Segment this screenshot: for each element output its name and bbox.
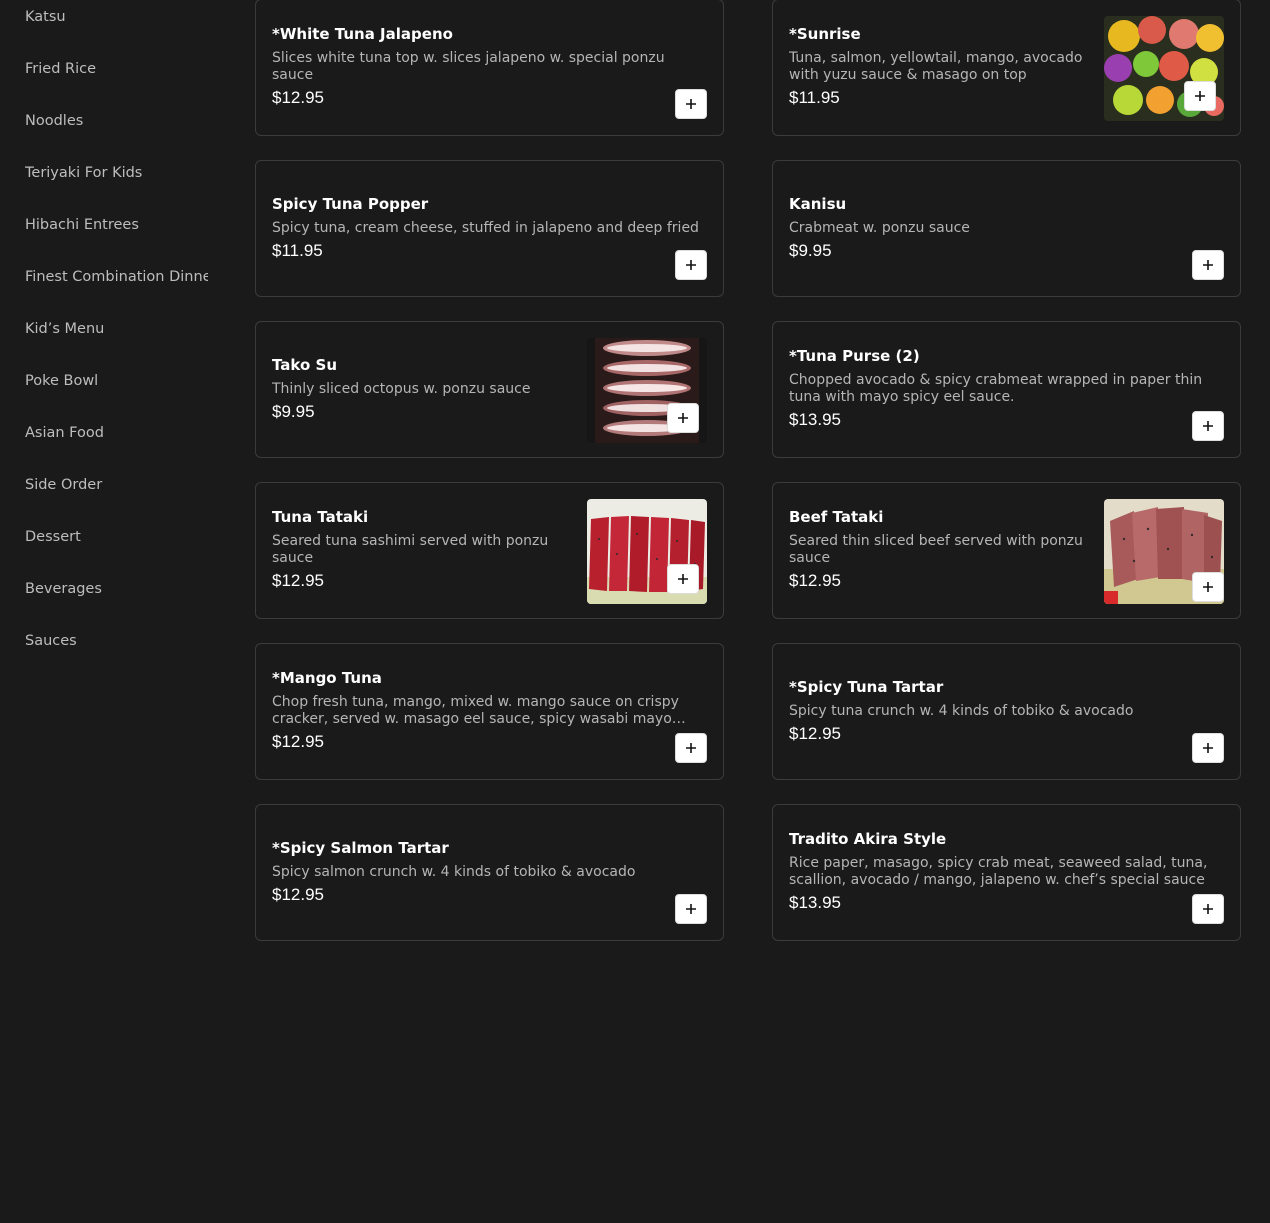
menu-item-name: Tuna Tataki: [272, 508, 369, 526]
menu-item-card[interactable]: Beef Tataki Seared thin sliced beef serv…: [772, 482, 1241, 619]
menu-item-card[interactable]: *Tuna Purse (2) Chopped avocado & spicy …: [772, 321, 1241, 458]
menu-item-card[interactable]: Spicy Tuna Popper Spicy tuna, cream chee…: [255, 160, 724, 297]
menu-item-price: $11.95: [272, 240, 323, 260]
category-sidebar: Katsu Fried Rice Noodles Teriyaki For Ki…: [0, 0, 208, 1223]
sidebar-item-sauces[interactable]: Sauces: [25, 626, 208, 656]
menu-item-card[interactable]: Tuna Tataki Seared tuna sashimi served w…: [255, 482, 724, 619]
menu-item-name: *Sunrise: [789, 25, 861, 43]
menu-item-description: Slices white tuna top w. slices jalapeno…: [272, 50, 665, 83]
menu-item-description: Seared tuna sashimi served with ponzu sa…: [272, 533, 549, 566]
menu-item-description: Crabmeat w. ponzu sauce: [789, 219, 970, 236]
menu-item-description: Seared thin sliced beef served with ponz…: [789, 533, 1083, 566]
menu-item-card[interactable]: *White Tuna Jalapeno Slices white tuna t…: [255, 0, 724, 136]
plus-icon: [686, 99, 696, 109]
menu-item-card[interactable]: *Sunrise Tuna, salmon, yellowtail, mango…: [772, 0, 1241, 136]
menu-item-name: *White Tuna Jalapeno: [272, 25, 453, 43]
menu-item-price: $11.95: [789, 88, 840, 107]
menu-item-info: Kanisu Crabmeat w. ponzu sauce $9.95: [789, 161, 1225, 296]
menu-item-card[interactable]: *Mango Tuna Chop fresh tuna, mango, mixe…: [255, 643, 724, 780]
menu-item-card[interactable]: *Spicy Salmon Tartar Spicy salmon crunch…: [255, 804, 724, 941]
sidebar-item-noodles[interactable]: Noodles: [25, 106, 208, 136]
sidebar-item-teriyaki-for-kids[interactable]: Teriyaki For Kids: [25, 158, 208, 188]
menu-item-price: $9.95: [789, 240, 832, 260]
sidebar-item-fried-rice[interactable]: Fried Rice: [25, 54, 208, 84]
menu-item-info: Beef Tataki Seared thin sliced beef serv…: [789, 483, 1097, 618]
add-to-cart-button[interactable]: [675, 89, 707, 119]
menu-item-info: *Tuna Purse (2) Chopped avocado & spicy …: [789, 322, 1225, 457]
menu-item-card[interactable]: *Spicy Tuna Tartar Spicy tuna crunch w. …: [772, 643, 1241, 780]
menu-item-price: $12.95: [789, 723, 841, 743]
menu-item-info: *Sunrise Tuna, salmon, yellowtail, mango…: [789, 0, 1097, 135]
menu-item-price: $9.95: [272, 401, 315, 421]
menu-item-description: Tuna, salmon, yellowtail, mango, avocado…: [789, 50, 1083, 83]
menu-item-description: Chopped avocado & spicy crabmeat wrapped…: [789, 372, 1203, 405]
sidebar-item-dessert[interactable]: Dessert: [25, 522, 208, 552]
plus-icon: [1203, 904, 1213, 914]
plus-icon: [1203, 260, 1213, 270]
menu-item-info: Spicy Tuna Popper Spicy tuna, cream chee…: [272, 161, 708, 296]
menu-item-info: Tako Su Thinly sliced octopus w. ponzu s…: [272, 322, 580, 457]
menu-item-info: *Spicy Tuna Tartar Spicy tuna crunch w. …: [789, 644, 1225, 779]
add-to-cart-button[interactable]: [1192, 250, 1224, 280]
sidebar-item-beverages[interactable]: Beverages: [25, 574, 208, 604]
menu-item-info: *Mango Tuna Chop fresh tuna, mango, mixe…: [272, 644, 708, 779]
menu-item-description: Chop fresh tuna, mango, mixed w. mango s…: [272, 694, 679, 727]
menu-item-price: $12.95: [272, 571, 324, 590]
menu-item-price: $12.95: [789, 571, 841, 590]
sidebar-item-poke-bowl[interactable]: Poke Bowl: [25, 366, 208, 396]
menu-item-info: *White Tuna Jalapeno Slices white tuna t…: [272, 0, 708, 135]
add-to-cart-button[interactable]: [667, 403, 699, 433]
menu-item-description: Spicy tuna, cream cheese, stuffed in jal…: [272, 219, 699, 236]
plus-icon: [1203, 421, 1213, 431]
menu-item-name: Tako Su: [272, 355, 338, 374]
add-to-cart-button[interactable]: [675, 733, 707, 763]
sidebar-item-kids-menu[interactable]: Kid’s Menu: [25, 314, 208, 344]
plus-icon: [1203, 743, 1213, 753]
menu-item-card[interactable]: Tako Su Thinly sliced octopus w. ponzu s…: [255, 321, 724, 458]
sidebar-item-hibachi-entrees[interactable]: Hibachi Entrees: [25, 210, 208, 240]
menu-item-name: *Tuna Purse (2): [789, 347, 920, 365]
sidebar-item-asian-food[interactable]: Asian Food: [25, 418, 208, 448]
menu-item-description: Spicy tuna crunch w. 4 kinds of tobiko &…: [789, 702, 1134, 719]
add-to-cart-button[interactable]: [1192, 733, 1224, 763]
plus-icon: [678, 574, 688, 584]
add-to-cart-button[interactable]: [667, 564, 699, 594]
menu-item-price: $12.95: [272, 732, 324, 751]
menu-item-name: *Spicy Tuna Tartar: [789, 677, 944, 696]
plus-icon: [686, 743, 696, 753]
menu-item-name: Beef Tataki: [789, 508, 884, 526]
sidebar-item-finest-combination-dinner[interactable]: Finest Combination Dinner: [25, 262, 208, 292]
add-to-cart-button[interactable]: [1192, 411, 1224, 441]
add-to-cart-button[interactable]: [1184, 81, 1216, 111]
menu-item-card[interactable]: Kanisu Crabmeat w. ponzu sauce $9.95: [772, 160, 1241, 297]
menu-item-name: Tradito Akira Style: [789, 830, 947, 848]
menu-item-description: Spicy salmon crunch w. 4 kinds of tobiko…: [272, 863, 636, 880]
menu-item-card[interactable]: Tradito Akira Style Rice paper, masago, …: [772, 804, 1241, 941]
menu-item-price: $12.95: [272, 884, 324, 904]
plus-icon: [1195, 91, 1205, 101]
plus-icon: [686, 904, 696, 914]
add-to-cart-button[interactable]: [1192, 572, 1224, 602]
sidebar-item-katsu[interactable]: Katsu: [25, 2, 208, 32]
add-to-cart-button[interactable]: [675, 250, 707, 280]
menu-item-description: Thinly sliced octopus w. ponzu sauce: [272, 380, 531, 397]
add-to-cart-button[interactable]: [1192, 894, 1224, 924]
menu-item-info: *Spicy Salmon Tartar Spicy salmon crunch…: [272, 805, 708, 940]
menu-item-info: Tradito Akira Style Rice paper, masago, …: [789, 805, 1225, 940]
menu-item-name: Spicy Tuna Popper: [272, 194, 429, 213]
menu-item-name: *Mango Tuna: [272, 669, 382, 687]
menu-item-price: $12.95: [272, 88, 324, 107]
menu-item-info: Tuna Tataki Seared tuna sashimi served w…: [272, 483, 580, 618]
sidebar-item-side-order[interactable]: Side Order: [25, 470, 208, 500]
menu-item-name: *Spicy Salmon Tartar: [272, 838, 449, 857]
plus-icon: [1203, 582, 1213, 592]
menu-item-name: Kanisu: [789, 194, 847, 213]
menu-item-description: Rice paper, masago, spicy crab meat, sea…: [789, 855, 1208, 888]
menu-item-price: $13.95: [789, 893, 841, 912]
plus-icon: [678, 413, 688, 423]
menu-item-price: $13.95: [789, 410, 841, 429]
plus-icon: [686, 260, 696, 270]
add-to-cart-button[interactable]: [675, 894, 707, 924]
